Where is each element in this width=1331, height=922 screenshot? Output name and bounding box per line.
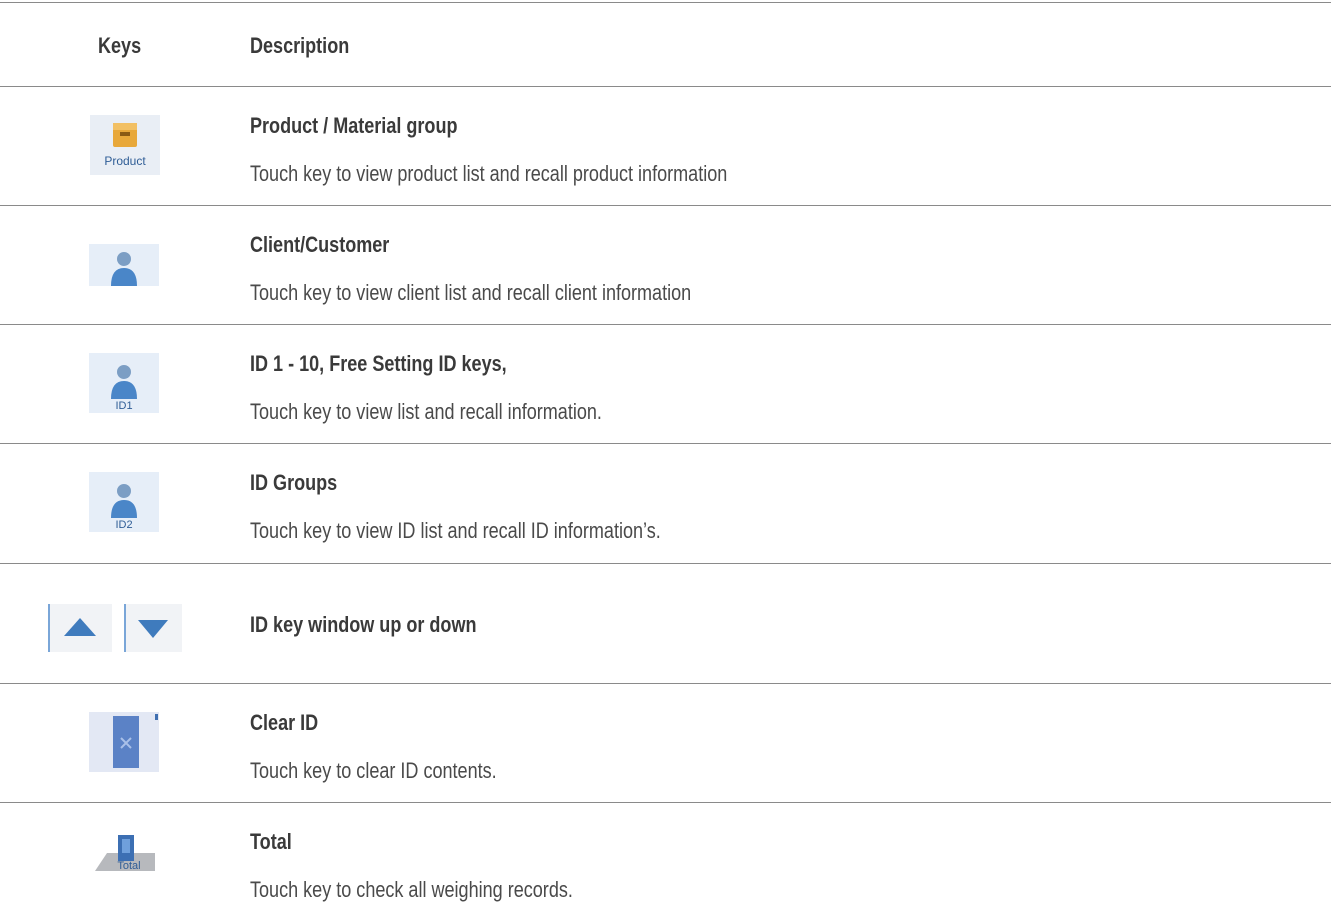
total-icon[interactable]: Total	[89, 833, 161, 873]
svg-text:Total: Total	[117, 860, 140, 872]
arrow-down-icon[interactable]	[124, 604, 182, 652]
row-description: Touch key to clear ID contents.	[250, 758, 497, 783]
table-row: Client/Customer Touch key to view client…	[0, 206, 1331, 324]
svg-text:ID1: ID1	[115, 400, 132, 412]
table-row: Clear ID Touch key to clear ID contents.	[0, 684, 1331, 802]
row-description: Touch key to view list and recall inform…	[250, 399, 602, 424]
client-person-icon[interactable]	[89, 244, 159, 286]
table-row: ID2 ID Groups Touch key to view ID list …	[0, 444, 1331, 563]
id-person-icon[interactable]: ID1	[89, 353, 159, 413]
product-box-icon[interactable]: Product	[90, 115, 160, 175]
row-description: Touch key to view ID list and recall ID …	[250, 518, 661, 543]
clear-x-icon[interactable]	[89, 712, 159, 772]
row-title: Clear ID	[250, 710, 319, 735]
table-row: ID key window up or down	[0, 564, 1331, 683]
row-title: Client/Customer	[250, 232, 390, 257]
table-row: Total Total Touch key to check all weigh…	[0, 803, 1331, 922]
row-description: Touch key to check all weighing records.	[250, 877, 573, 902]
row-title: ID key window up or down	[250, 612, 477, 637]
svg-text:ID2: ID2	[115, 519, 132, 531]
top-rule	[0, 2, 1331, 3]
table-row: ID1 ID 1 - 10, Free Setting ID keys, Tou…	[0, 325, 1331, 443]
row-title: ID Groups	[250, 470, 338, 495]
row-title: Total	[250, 829, 292, 854]
row-title: ID 1 - 10, Free Setting ID keys,	[250, 351, 507, 376]
description-column-header: Description	[250, 33, 350, 58]
row-title: Product / Material group	[250, 113, 458, 138]
table-row: Product Product / Material group Touch k…	[0, 87, 1331, 205]
row-description: Touch key to view client list and recall…	[250, 280, 692, 305]
row-description: Touch key to view product list and recal…	[250, 161, 728, 186]
id-group-person-icon[interactable]: ID2	[89, 472, 159, 532]
keys-column-header: Keys	[98, 33, 142, 58]
arrow-up-icon[interactable]	[48, 604, 112, 652]
svg-text:Product: Product	[104, 154, 146, 168]
